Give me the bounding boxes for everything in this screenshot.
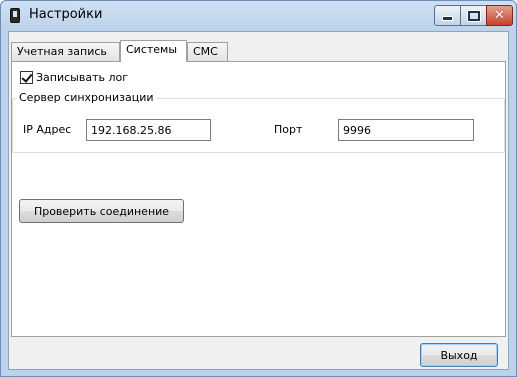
close-icon: ✕	[494, 8, 505, 23]
window-title: Настройки	[29, 7, 103, 22]
tab-systems[interactable]: Системы	[120, 40, 187, 62]
sync-server-group: Сервер синхронизации IP Адрес Порт	[12, 91, 505, 153]
title-bar[interactable]: Настройки ✕	[1, 1, 516, 31]
maximize-button[interactable]	[460, 5, 487, 26]
sync-server-group-title: Сервер синхронизации	[17, 91, 156, 104]
exit-button[interactable]: Выход	[420, 343, 498, 367]
port-input[interactable]	[338, 119, 474, 141]
log-checkbox-label: Записывать лог	[36, 71, 129, 84]
tab-account[interactable]: Учетная запись	[11, 42, 120, 61]
test-connection-button[interactable]: Проверить соединение	[19, 199, 184, 223]
port-label: Порт	[274, 123, 303, 136]
log-checkbox-row[interactable]: Записывать лог	[20, 71, 128, 84]
tab-sms[interactable]: СМС	[187, 42, 228, 61]
ip-address-label: IP Адрес	[23, 123, 72, 136]
close-button[interactable]: ✕	[486, 5, 513, 26]
log-checkbox[interactable]	[20, 71, 33, 84]
checkmark-icon	[21, 71, 33, 83]
systems-tab-panel: Записывать лог Сервер синхронизации IP А…	[11, 61, 506, 337]
ip-address-input[interactable]	[86, 119, 211, 141]
client-area: Учетная запись Системы СМС Записывать ло…	[8, 31, 509, 370]
settings-window: Настройки ✕ Учетная запись Системы СМС З…	[0, 0, 517, 377]
phone-icon	[10, 8, 20, 23]
minimize-button[interactable]	[434, 5, 461, 26]
maximize-icon	[466, 9, 481, 22]
minimize-icon	[442, 16, 453, 21]
